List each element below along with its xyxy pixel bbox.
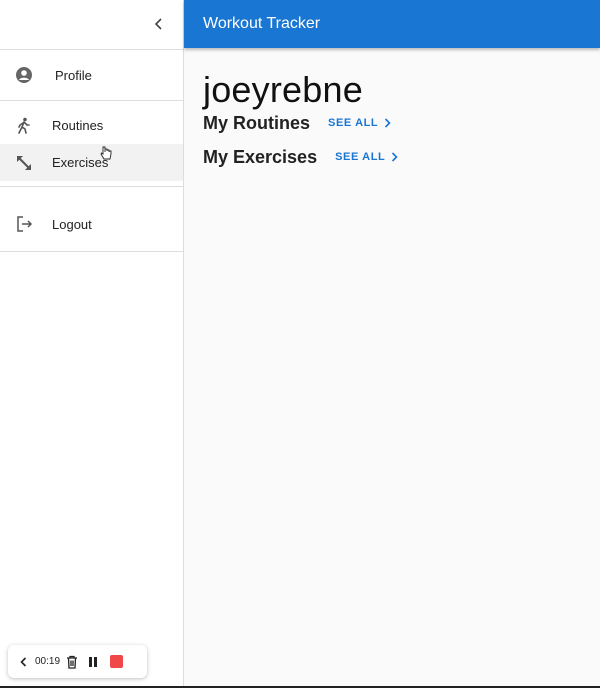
recorder-collapse-button[interactable] xyxy=(20,656,27,667)
chevron-left-icon xyxy=(154,18,162,30)
logout-icon xyxy=(14,214,34,234)
stop-recording-button[interactable] xyxy=(110,655,124,668)
sidebar-item-profile[interactable]: Profile xyxy=(0,50,183,101)
app-bar: Workout Tracker xyxy=(184,0,600,48)
chevron-right-icon xyxy=(392,152,398,162)
see-all-exercises-button[interactable]: SEE ALL xyxy=(335,151,398,163)
pause-recording-button[interactable] xyxy=(88,656,98,668)
app-title: Workout Tracker xyxy=(203,15,321,32)
sidebar-item-routines[interactable]: Routines xyxy=(0,107,183,144)
username-heading: joeyrebne xyxy=(203,69,363,110)
chevron-left-icon xyxy=(20,656,27,667)
sidebar-item-logout[interactable]: Logout xyxy=(0,204,183,244)
section-title: My Exercises xyxy=(203,146,318,167)
delete-recording-button[interactable] xyxy=(66,655,78,669)
exercises-section: My Exercises SEE ALL xyxy=(203,142,398,172)
sidebar-header xyxy=(0,0,183,50)
pause-icon xyxy=(89,656,98,667)
recording-timer: 00:19 xyxy=(35,656,61,667)
routines-section: My Routines SEE ALL xyxy=(203,108,398,138)
sidebar-item-label: Logout xyxy=(52,216,92,232)
sidebar: Profile Routines Exercises Logout xyxy=(0,0,184,686)
see-all-routines-button[interactable]: SEE ALL xyxy=(328,117,391,129)
diagonal-arrows-icon xyxy=(14,153,34,173)
section-title: My Routines xyxy=(203,112,311,133)
trash-icon xyxy=(67,655,78,669)
sidebar-item-exercises[interactable]: Exercises xyxy=(0,144,183,181)
chevron-right-icon xyxy=(385,118,391,128)
sidebar-item-label: Profile xyxy=(55,67,92,83)
screen-recorder-widget: 00:19 xyxy=(8,645,147,678)
collapse-sidebar-button[interactable] xyxy=(149,14,169,34)
account-circle-icon xyxy=(14,65,34,85)
sidebar-divider xyxy=(0,251,183,252)
sidebar-item-label: Routines xyxy=(52,118,104,133)
main-content: joeyrebne My Routines SEE ALL My Exercis… xyxy=(203,68,398,172)
see-all-label: SEE ALL xyxy=(328,117,379,129)
see-all-label: SEE ALL xyxy=(335,151,386,163)
walking-person-icon xyxy=(14,116,34,136)
sidebar-divider xyxy=(0,186,183,187)
hand-cursor-icon xyxy=(100,146,112,160)
